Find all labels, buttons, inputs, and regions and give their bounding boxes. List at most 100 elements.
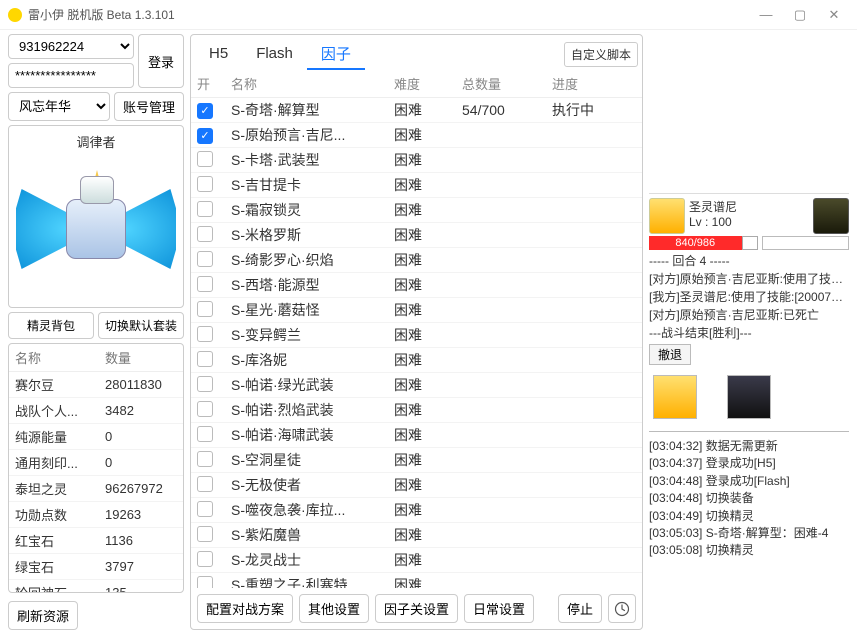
task-diff: 困难 [394, 550, 462, 570]
title-bar: 雷小伊 脱机版 Beta 1.3.101 — ▢ ✕ [0, 0, 857, 30]
task-row[interactable]: S-龙灵战士困难 [191, 548, 642, 573]
res-name: 通用刻印... [9, 450, 99, 476]
factor-settings-button[interactable]: 因子关设置 [375, 594, 458, 623]
task-row[interactable]: S-星光·蘑菇怪困难 [191, 298, 642, 323]
maximize-button[interactable]: ▢ [793, 8, 807, 22]
account-select[interactable]: 931962224 [8, 34, 134, 59]
config-plan-button[interactable]: 配置对战方案 [197, 594, 293, 623]
other-settings-button[interactable]: 其他设置 [299, 594, 369, 623]
retreat-button[interactable]: 撤退 [649, 344, 691, 365]
task-checkbox[interactable] [197, 501, 213, 517]
tab-flash[interactable]: Flash [242, 41, 307, 68]
login-button[interactable]: 登录 [138, 34, 184, 88]
task-name: S-霜寂锁灵 [231, 200, 394, 220]
resource-row: 泰坦之灵96267972 [9, 476, 183, 502]
default-set-button[interactable]: 切换默认套装 [98, 312, 184, 339]
task-row[interactable]: S-无极使者困难 [191, 473, 642, 498]
task-checkbox[interactable] [197, 128, 213, 144]
task-diff: 困难 [394, 475, 462, 495]
resource-row: 功勋点数19263 [9, 502, 183, 528]
task-checkbox[interactable] [197, 103, 213, 119]
task-row[interactable]: S-重塑之子·利塞特困难 [191, 573, 642, 588]
task-name: S-紫炻魔兽 [231, 525, 394, 545]
task-row[interactable]: S-霜寂锁灵困难 [191, 198, 642, 223]
task-diff: 困难 [394, 425, 462, 445]
resource-row: 通用刻印...0 [9, 450, 183, 476]
task-name: S-卡塔·武装型 [231, 150, 394, 170]
task-checkbox[interactable] [197, 351, 213, 367]
battle-line: [我方]圣灵谱尼:使用了技能:[200070]神秘石之力-S [649, 288, 849, 306]
task-name: S-空洞星徒 [231, 450, 394, 470]
task-checkbox[interactable] [197, 201, 213, 217]
refresh-resources-button[interactable]: 刷新资源 [8, 601, 78, 630]
task-row[interactable]: S-原始预言·吉尼...困难 [191, 123, 642, 148]
server-select[interactable]: 风忘年华 [8, 92, 110, 121]
task-name: S-无极使者 [231, 475, 394, 495]
log-line: [03:04:48] 登录成功[Flash] [649, 473, 849, 490]
task-checkbox[interactable] [197, 401, 213, 417]
task-checkbox[interactable] [197, 376, 213, 392]
task-checkbox[interactable] [197, 151, 213, 167]
character-box: 调律者 [8, 125, 184, 308]
log-line: [03:04:37] 登录成功[H5] [649, 455, 849, 472]
task-checkbox[interactable] [197, 251, 213, 267]
task-row[interactable]: S-紫炻魔兽困难 [191, 523, 642, 548]
task-row[interactable]: S-奇塔·解算型困难54/700执行中 [191, 98, 642, 123]
task-checkbox[interactable] [197, 551, 213, 567]
close-button[interactable]: ✕ [827, 8, 841, 22]
task-row[interactable]: S-卡塔·武装型困难 [191, 148, 642, 173]
character-name: 调律者 [13, 130, 179, 155]
round-header: ----- 回合 4 ----- [649, 252, 849, 270]
task-checkbox[interactable] [197, 476, 213, 492]
resource-row: 绿宝石3797 [9, 554, 183, 580]
log-line: [03:04:48] 切换装备 [649, 490, 849, 507]
task-diff: 困难 [394, 225, 462, 245]
task-row[interactable]: S-库洛妮困难 [191, 348, 642, 373]
task-checkbox[interactable] [197, 326, 213, 342]
res-qty: 135 [99, 580, 183, 594]
task-name: S-帕诺·绿光武装 [231, 375, 394, 395]
task-row[interactable]: S-空洞星徒困难 [191, 448, 642, 473]
daily-settings-button[interactable]: 日常设置 [464, 594, 534, 623]
task-checkbox[interactable] [197, 176, 213, 192]
password-input[interactable] [8, 63, 134, 88]
task-diff: 困难 [394, 125, 462, 145]
task-row[interactable]: S-绮影罗心·织焰困难 [191, 248, 642, 273]
task-checkbox[interactable] [197, 576, 213, 589]
spirit-bag-button[interactable]: 精灵背包 [8, 312, 94, 339]
task-checkbox[interactable] [197, 451, 213, 467]
task-row[interactable]: S-米格罗斯困难 [191, 223, 642, 248]
task-row[interactable]: S-变异鳄兰困难 [191, 323, 642, 348]
task-diff: 困难 [394, 525, 462, 545]
task-checkbox[interactable] [197, 226, 213, 242]
resource-table: 名称 数量 赛尔豆28011830战队个人...3482纯源能量0通用刻印...… [8, 343, 184, 593]
party-slot-1[interactable] [653, 375, 697, 419]
task-row[interactable]: S-西塔·能源型困难 [191, 273, 642, 298]
task-checkbox[interactable] [197, 276, 213, 292]
res-qty: 3797 [99, 554, 183, 580]
task-diff: 困难 [394, 450, 462, 470]
res-name: 纯源能量 [9, 424, 99, 450]
task-name: S-变异鳄兰 [231, 325, 394, 345]
task-total: 54/700 [462, 102, 552, 118]
tab-factor[interactable]: 因子 [307, 39, 365, 70]
party-slot-2[interactable] [727, 375, 771, 419]
task-checkbox[interactable] [197, 426, 213, 442]
custom-script-button[interactable]: 自定义脚本 [564, 42, 638, 67]
res-qty: 28011830 [99, 372, 183, 398]
task-row[interactable]: S-噬夜急袭·库拉...困难 [191, 498, 642, 523]
tab-h5[interactable]: H5 [195, 41, 242, 68]
task-list[interactable]: S-奇塔·解算型困难54/700执行中S-原始预言·吉尼...困难S-卡塔·武装… [191, 98, 642, 588]
task-diff: 困难 [394, 325, 462, 345]
task-row[interactable]: S-帕诺·海啸武装困难 [191, 423, 642, 448]
schedule-button[interactable] [608, 594, 636, 623]
task-checkbox[interactable] [197, 526, 213, 542]
task-row[interactable]: S-吉甘提卡困难 [191, 173, 642, 198]
minimize-button[interactable]: — [759, 8, 773, 22]
account-manage-button[interactable]: 账号管理 [114, 92, 184, 121]
task-name: S-库洛妮 [231, 350, 394, 370]
task-checkbox[interactable] [197, 301, 213, 317]
stop-button[interactable]: 停止 [558, 594, 602, 623]
task-row[interactable]: S-帕诺·烈焰武装困难 [191, 398, 642, 423]
task-row[interactable]: S-帕诺·绿光武装困难 [191, 373, 642, 398]
